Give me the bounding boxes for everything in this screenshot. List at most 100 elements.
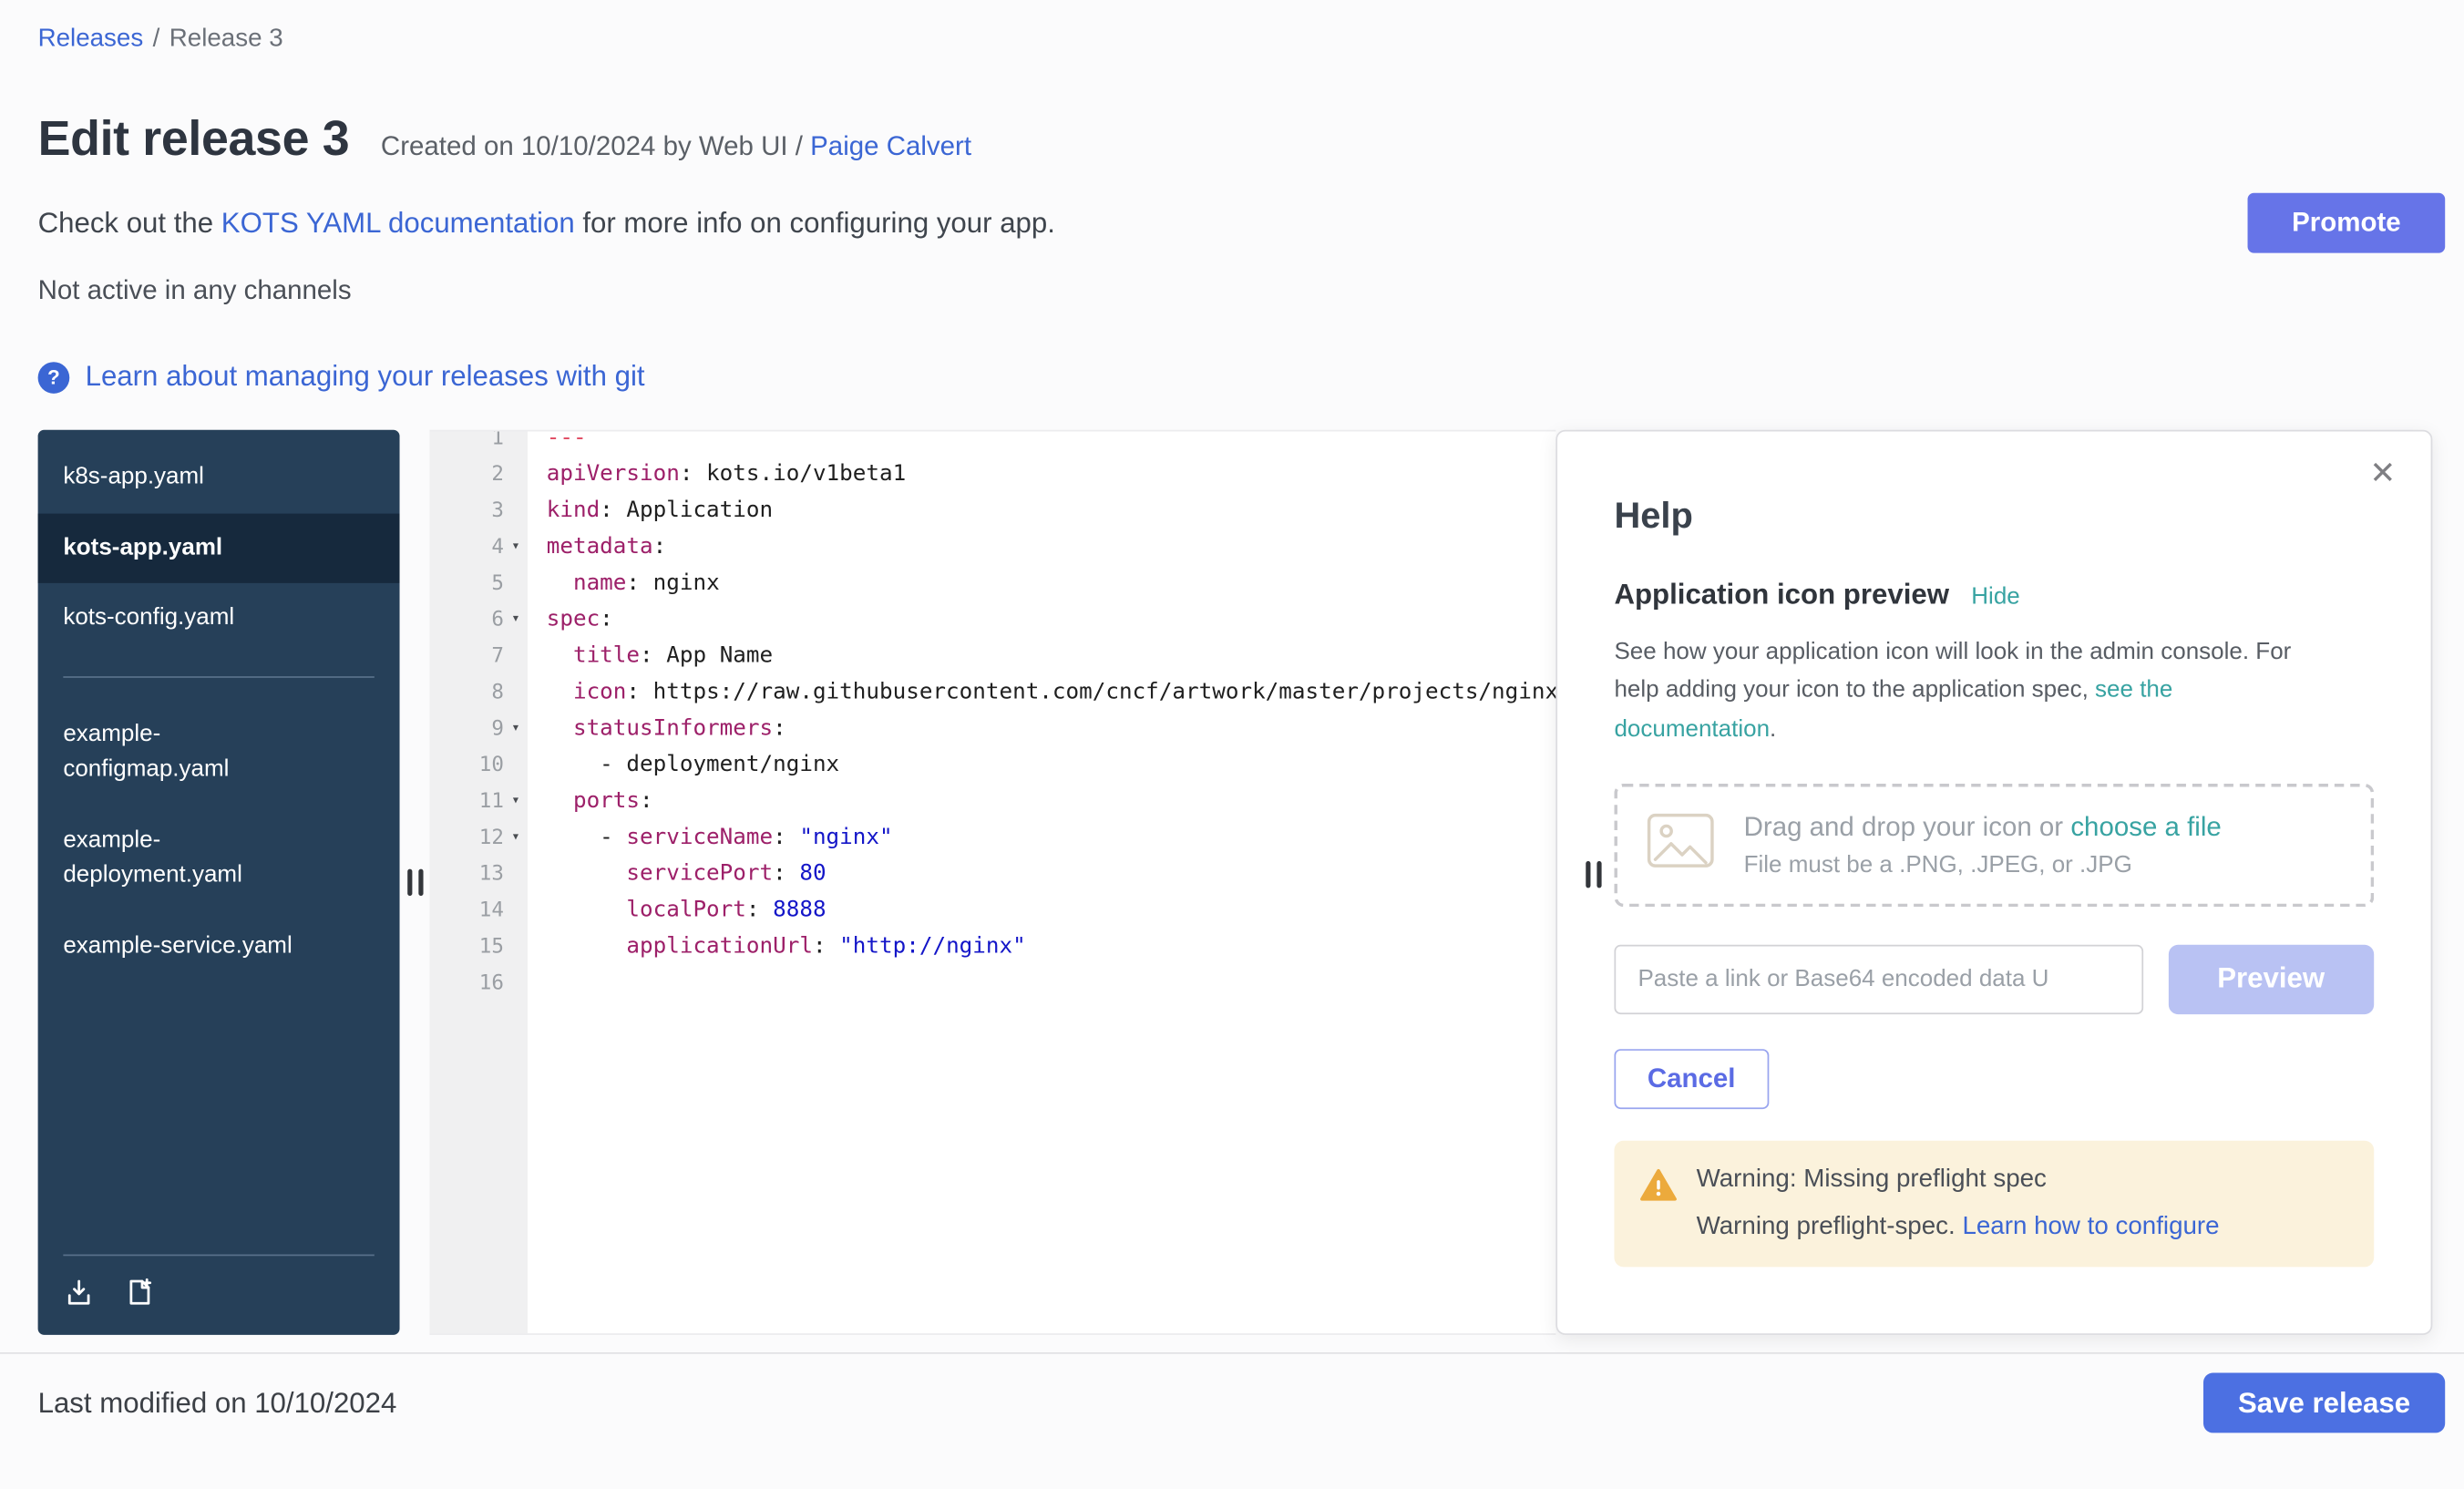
code-line[interactable]: 7 title: App Name [429, 639, 1555, 675]
code-text: localPort: 8888 [528, 893, 826, 929]
kots-yaml-docs-link[interactable]: KOTS YAML documentation [221, 206, 575, 238]
hide-link[interactable]: Hide [1971, 583, 2019, 610]
file-tree-item[interactable]: example-configmap.yaml [38, 699, 400, 805]
code-token [547, 570, 573, 596]
file-tree-item[interactable]: kots-app.yaml [38, 513, 400, 583]
fold-arrow-icon[interactable]: ▾ [504, 820, 528, 857]
code-token: App Name [666, 643, 773, 669]
code-line[interactable]: 11▾ ports: [429, 784, 1555, 820]
code-token [547, 643, 573, 669]
code-line[interactable]: 4▾metadata: [429, 529, 1555, 566]
code-line[interactable]: 8 icon: https://raw.githubusercontent.co… [429, 674, 1555, 711]
line-gutter: 15 [429, 929, 527, 965]
code-line[interactable]: 16 [429, 965, 1555, 1001]
line-number: 11 [479, 784, 504, 820]
code-token: ports [573, 788, 640, 814]
line-gutter: 8 [429, 674, 527, 711]
line-gutter: 11▾ [429, 784, 527, 820]
code-text: ports: [528, 784, 653, 820]
fold-arrow-icon[interactable]: ▾ [504, 784, 528, 820]
line-number: 13 [479, 857, 504, 893]
code-line[interactable]: 3 kind: Application [429, 493, 1555, 529]
icon-dropzone[interactable]: Drag and drop your icon or choose a file… [1614, 784, 2374, 907]
code-token: 8888 [773, 898, 826, 923]
line-number: 3 [491, 493, 504, 529]
preview-button[interactable]: Preview [2168, 945, 2374, 1014]
file-tree-item[interactable]: example-service.yaml [38, 911, 400, 981]
line-number: 5 [491, 566, 504, 602]
fold-arrow-icon[interactable]: ▾ [504, 711, 528, 747]
help-panel-resize-handle[interactable] [1586, 861, 1620, 889]
code-text: --- [528, 430, 587, 457]
file-tree-item[interactable]: example-deployment.yaml [38, 805, 400, 910]
created-info: Created on 10/10/2024 by Web UI / Paige … [381, 131, 971, 163]
fold-arrow-icon[interactable]: ▾ [504, 529, 528, 566]
code-token [547, 715, 573, 741]
close-icon[interactable]: ✕ [2369, 454, 2396, 493]
author-link[interactable]: Paige Calvert [810, 131, 971, 161]
code-token: 80 [799, 861, 826, 887]
file-tree-item[interactable]: k8s-app.yaml [38, 443, 400, 513]
icon-url-input[interactable] [1614, 945, 2142, 1014]
save-release-button[interactable]: Save release [2203, 1373, 2445, 1433]
code-token: : [640, 788, 653, 814]
code-text: kind: Application [528, 493, 773, 529]
code-token: : [680, 461, 706, 487]
code-token: : [600, 498, 626, 523]
code-token: icon [573, 680, 626, 705]
code-token: : [653, 534, 667, 560]
learn-configure-link[interactable]: Learn how to configure [1962, 1213, 2219, 1239]
help-panel: ✕ Help Application icon preview Hide See… [1555, 430, 2432, 1335]
code-line[interactable]: 6▾ spec: [429, 602, 1555, 639]
warning-banner: Warning: Missing preflight spec Warning … [1614, 1141, 2374, 1268]
line-number: 15 [479, 929, 504, 965]
dropzone-text-prefix: Drag and drop your icon or [1744, 812, 2071, 842]
code-line[interactable]: 14 localPort: 8888 [429, 893, 1555, 929]
line-number: 10 [479, 747, 504, 784]
file-tree-item[interactable]: kots-config.yaml [38, 583, 400, 653]
line-gutter: 2 [429, 457, 527, 493]
cancel-button[interactable]: Cancel [1614, 1049, 1768, 1109]
breadcrumb: Releases/Release 3 [38, 26, 2427, 54]
line-number: 1 [491, 430, 504, 457]
code-token: : [773, 715, 786, 741]
code-token: nginx [653, 570, 720, 596]
code-line[interactable]: 9▾ statusInformers: [429, 711, 1555, 747]
code-token: servicePort [626, 861, 773, 887]
code-line[interactable]: 1 --- [429, 430, 1555, 457]
code-token: : [600, 607, 613, 632]
warning-title: Warning: Missing preflight spec [1697, 1166, 2220, 1194]
docs-suffix: for more info on configuring your app. [575, 206, 1055, 238]
description-period: . [1770, 715, 1776, 742]
code-line[interactable]: 13 servicePort: 80 [429, 857, 1555, 893]
line-gutter: 7 [429, 639, 527, 675]
warning-detail: Warning preflight-spec. Learn how to con… [1697, 1213, 2220, 1241]
title-row: Edit release 3 Created on 10/10/2024 by … [38, 111, 2427, 168]
code-line[interactable]: 15 applicationUrl: "http://nginx" [429, 929, 1555, 965]
code-token: spec [547, 607, 600, 632]
sidebar-resize-handle[interactable] [400, 851, 430, 914]
code-token: - [547, 752, 627, 777]
git-help-row: ? Learn about managing your releases wit… [38, 360, 2427, 393]
dropzone-text: Drag and drop your icon or choose a file [1744, 812, 2222, 844]
code-line[interactable]: 10 - deployment/nginx [429, 747, 1555, 784]
breadcrumb-releases-link[interactable]: Releases [38, 26, 144, 52]
choose-file-link[interactable]: choose a file [2070, 812, 2221, 842]
file-tree-list: k8s-app.yamlkots-app.yamlkots-config.yam… [38, 443, 400, 981]
code-token: --- [547, 430, 587, 451]
code-token: : [813, 934, 839, 960]
code-token [547, 788, 573, 814]
upload-file-icon[interactable] [63, 1277, 95, 1309]
fold-arrow-icon[interactable]: ▾ [504, 602, 528, 639]
line-number: 16 [479, 965, 504, 1001]
new-file-icon[interactable] [123, 1277, 155, 1309]
code-line[interactable]: 12▾ - serviceName: "nginx" [429, 820, 1555, 857]
code-line[interactable]: 2apiVersion: kots.io/v1beta1 [429, 457, 1555, 493]
promote-button[interactable]: Promote [2248, 193, 2446, 253]
git-releases-link[interactable]: Learn about managing your releases with … [86, 360, 645, 393]
code-token: name [573, 570, 626, 596]
code-line[interactable]: 5 name: nginx [429, 566, 1555, 602]
code-token: applicationUrl [626, 934, 813, 960]
yaml-code-editor[interactable]: 1 --- 2apiVersion: kots.io/v1beta13 kind: A… [429, 430, 1555, 1335]
line-number: 6 [491, 602, 504, 639]
